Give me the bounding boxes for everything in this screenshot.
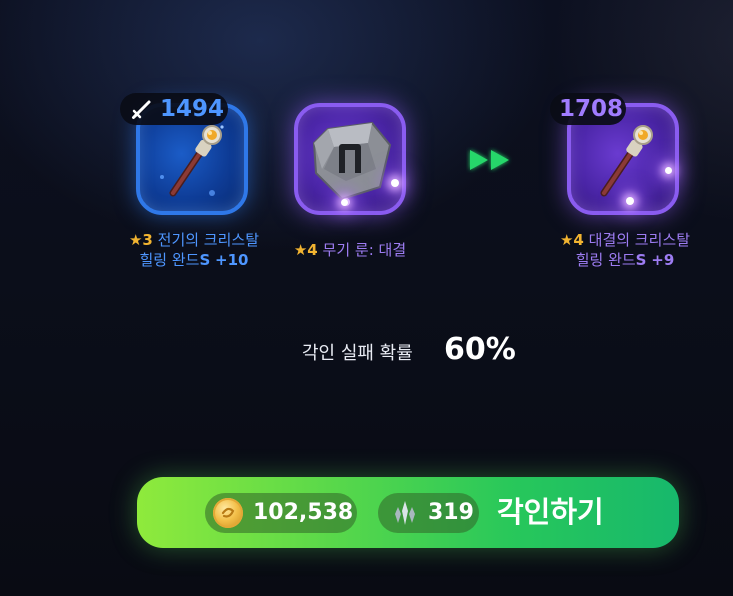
sparkle-icon — [341, 199, 348, 206]
rune-stone-icon — [312, 121, 392, 206]
rune-name: 무기 룬: 대결 — [322, 241, 407, 259]
source-item-name-line1: 전기의 크리스탈 — [157, 231, 260, 249]
gold-cost-pill: 102,538 — [205, 493, 357, 533]
result-item-grade: S — [635, 251, 647, 269]
forward-arrows-icon — [470, 150, 509, 170]
result-item-name-line2: 힐링 완드 — [575, 251, 636, 269]
engrave-button-label: 각인하기 — [497, 495, 604, 529]
source-item-enhance: +10 — [215, 251, 249, 269]
gold-cost-value: 102,538 — [253, 500, 354, 525]
gem-cost-pill: 319 — [378, 493, 479, 533]
result-item-enhance: +9 — [651, 251, 675, 269]
result-item-stars: ★4 — [559, 231, 584, 249]
crystal-gem-icon — [395, 501, 415, 525]
source-power-badge: 1494 — [120, 93, 228, 125]
source-power-value: 1494 — [160, 96, 225, 122]
gem-cost-value: 319 — [428, 500, 474, 525]
source-item-stars: ★3 — [128, 231, 153, 249]
result-item-label: ★4 대결의 크리스탈 힐링 완드S +9 — [535, 230, 715, 270]
result-power-value: 1708 — [559, 96, 624, 122]
engrave-button[interactable]: 102,538 319 각인하기 — [137, 477, 679, 548]
sparkle-icon — [665, 167, 672, 174]
sword-icon — [132, 100, 151, 119]
result-power-badge: 1708 — [550, 93, 626, 125]
source-item-label: ★3 전기의 크리스탈 힐링 완드S +10 — [104, 230, 284, 270]
rune-card[interactable] — [294, 103, 406, 215]
gold-coin-icon — [213, 498, 243, 528]
sparkle-icon — [626, 197, 634, 205]
result-item-name-line1: 대결의 크리스탈 — [588, 231, 691, 249]
rune-stars: ★4 — [293, 241, 318, 259]
rune-label: ★4 무기 룬: 대결 — [270, 240, 430, 260]
source-item-name-line2: 힐링 완드 — [139, 251, 200, 269]
fail-chance-value: 60% — [444, 332, 516, 367]
fail-chance-label: 각인 실패 확률 — [302, 343, 413, 364]
source-item-grade: S — [199, 251, 211, 269]
sparkle-icon — [391, 179, 399, 187]
